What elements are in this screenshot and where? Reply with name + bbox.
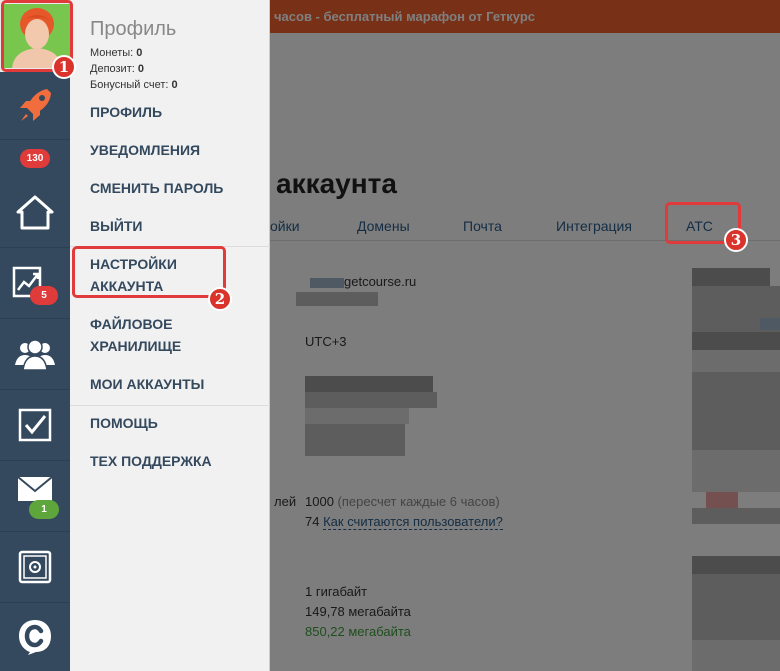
menu-item-label: ФАЙЛОВОЕ — [90, 316, 173, 332]
menu-item-my-accounts[interactable]: МОИ АККАУНТЫ — [90, 373, 204, 395]
rail-item-chart[interactable]: 5 — [0, 248, 70, 319]
left-icon-rail: 130 5 1 — [0, 0, 70, 671]
rail-item-rocket[interactable] — [0, 72, 70, 140]
panel-title: Профиль — [90, 18, 177, 40]
step-marker-2: 2 — [208, 287, 232, 311]
mail-badge: 1 — [29, 500, 59, 519]
bonus-value: 0 — [171, 79, 178, 91]
rail-item-users[interactable] — [0, 319, 70, 390]
bonus-stat: Бонусный счет: 0 — [90, 79, 178, 91]
step-marker-3: 3 — [724, 228, 748, 252]
menu-item-logout[interactable]: ВЫЙТИ — [90, 215, 143, 237]
step-marker-1: 1 — [52, 55, 76, 79]
highlight-box-account-settings — [72, 246, 226, 298]
deposit-stat: Депозит: 0 — [90, 63, 144, 75]
menu-item-file-storage[interactable]: ФАЙЛОВОЕ ХРАНИЛИЩЕ — [90, 313, 181, 357]
rocket-icon — [20, 88, 51, 121]
menu-item-change-password[interactable]: СМЕНИТЬ ПАРОЛЬ — [90, 177, 223, 199]
home-icon — [16, 195, 54, 229]
rail-item-mail[interactable]: 1 — [0, 461, 70, 532]
menu-item-notifications[interactable]: УВЕДОМЛЕНИЯ — [90, 139, 200, 161]
rail-item-logo[interactable] — [0, 603, 70, 671]
menu-divider — [70, 405, 270, 406]
checkbox-icon — [18, 408, 52, 442]
users-icon — [15, 339, 55, 371]
deposit-label: Депозит: — [90, 63, 135, 75]
profile-dropdown-panel: Профиль Монеты: 0 Депозит: 0 Бонусный сч… — [70, 0, 270, 671]
deposit-value: 0 — [137, 63, 144, 75]
menu-item-label: ХРАНИЛИЩЕ — [90, 338, 182, 354]
mail-icon — [17, 476, 53, 501]
menu-item-help[interactable]: ПОМОЩЬ — [90, 412, 158, 434]
notification-badge: 130 — [20, 148, 50, 168]
chart-badge: 5 — [30, 286, 58, 305]
coins-label: Монеты: — [90, 47, 134, 59]
coins-stat: Монеты: 0 — [90, 47, 142, 59]
bonus-label: Бонусный счет: — [90, 79, 169, 91]
menu-item-support[interactable]: ТЕХ ПОДДЕРЖКА — [90, 450, 212, 472]
menu-item-profile[interactable]: ПРОФИЛЬ — [90, 101, 162, 123]
coins-value: 0 — [136, 47, 143, 59]
getcourse-logo-icon — [19, 620, 51, 655]
rail-badge-cell[interactable]: 130 — [0, 140, 70, 176]
safe-icon — [18, 550, 52, 584]
rail-item-safe[interactable] — [0, 532, 70, 603]
rail-item-home[interactable] — [0, 176, 70, 248]
rail-item-tasks[interactable] — [0, 390, 70, 461]
